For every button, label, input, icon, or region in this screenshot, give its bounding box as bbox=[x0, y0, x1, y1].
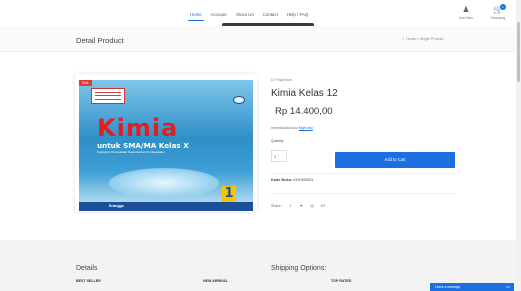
chat-label: Leave a message bbox=[435, 285, 461, 289]
cart-button[interactable]: 🛒 1 Keranjang bbox=[484, 4, 512, 20]
facebook-icon[interactable]: f bbox=[288, 204, 293, 208]
google-plus-icon[interactable]: G+ bbox=[321, 204, 326, 208]
nav-about-us[interactable]: About Us bbox=[236, 12, 254, 17]
breadcrumb-home[interactable]: Home bbox=[406, 37, 416, 41]
breadcrumb: ⌂ Home > Single Product bbox=[402, 37, 443, 41]
divider bbox=[271, 193, 455, 194]
product-price: Rp 14.400,00 bbox=[275, 106, 333, 117]
share-label: Share: bbox=[271, 203, 282, 208]
nav-account[interactable]: Account bbox=[211, 12, 227, 17]
nav-home[interactable]: Home bbox=[190, 12, 202, 17]
product-sku: Kode Buku: KH1000001 bbox=[271, 178, 313, 182]
user-account-button[interactable]: ♟ User Baru bbox=[458, 5, 474, 21]
sku-label: Kode Buku: bbox=[271, 178, 293, 182]
chevron-down-icon: ˇ bbox=[277, 154, 279, 159]
home-icon: ⌂ bbox=[402, 37, 405, 41]
cover-bottom-strip: Erlangga bbox=[79, 202, 253, 211]
stock-link[interactable]: Mgm adv bbox=[299, 126, 313, 130]
breadcrumb-current: Single Product bbox=[419, 37, 444, 41]
main-nav: Home Account About Us Contact Help / FAQ bbox=[190, 12, 308, 17]
publisher-logo-icon bbox=[233, 96, 245, 104]
user-icon: ♟ bbox=[462, 5, 470, 14]
cover-water-splash bbox=[109, 168, 219, 198]
cover-authors-box bbox=[91, 88, 125, 104]
product-category[interactable]: Di Pinjamkan bbox=[271, 78, 292, 82]
chat-icon: ▭ bbox=[506, 284, 510, 289]
cover-volume-badge: 1 bbox=[222, 186, 236, 202]
product-image[interactable]: Sale Kimia untuk SMA/MA Kelas X Kurikulu… bbox=[79, 80, 253, 211]
cover-publisher: Erlangga bbox=[109, 204, 124, 208]
breadcrumb-separator: > bbox=[416, 37, 419, 41]
page-title: Detail Product bbox=[76, 36, 124, 45]
add-to-cart-button[interactable]: Add to Cart bbox=[335, 152, 455, 168]
divider bbox=[271, 173, 455, 174]
product-name: Kimia Kelas 12 bbox=[271, 88, 338, 99]
new-arrival-heading: NEW ARRIVAL bbox=[203, 279, 228, 283]
stock-text: tersedia/ada buku bbox=[271, 126, 298, 130]
cart-icon: 🛒 bbox=[493, 5, 503, 14]
nav-contact[interactable]: Contact bbox=[263, 12, 278, 17]
quantity-select[interactable]: 1 ˇ bbox=[271, 150, 287, 162]
cover-title: Kimia bbox=[97, 114, 179, 142]
cart-count-badge: 1 bbox=[500, 4, 506, 10]
shipping-heading: Shipping Options: bbox=[271, 265, 327, 272]
sku-value: KH1000001 bbox=[293, 178, 314, 182]
twitter-icon[interactable]: ✦ bbox=[299, 203, 304, 208]
stock-status: tersedia/ada buku Mgm adv bbox=[271, 126, 313, 130]
sale-badge: Sale bbox=[79, 80, 92, 86]
share-row: Share: f ✦ ◎ G+ bbox=[271, 203, 326, 209]
user-label: User Baru bbox=[458, 16, 474, 20]
cover-note: Kurikulum Pendekatan Nasional dan Pembel… bbox=[97, 150, 165, 154]
best-seller-heading: BEST SELLER bbox=[76, 279, 101, 283]
cover-subtitle: untuk SMA/MA Kelas X bbox=[97, 141, 189, 150]
cart-label: Keranjang bbox=[490, 16, 506, 20]
details-heading: Details bbox=[76, 265, 98, 272]
active-nav-underline bbox=[188, 20, 204, 21]
chat-widget[interactable]: Leave a message ▭ bbox=[430, 283, 514, 291]
scrollbar[interactable] bbox=[516, 0, 521, 291]
scrollbar-thumb[interactable] bbox=[517, 22, 520, 82]
quantity-value: 1 bbox=[274, 154, 277, 159]
top-rated-heading: TOP RATED bbox=[331, 279, 352, 283]
quantity-label: Quantity bbox=[271, 139, 284, 143]
instagram-icon[interactable]: ◎ bbox=[310, 203, 315, 208]
nav-help-faq[interactable]: Help / FAQ bbox=[287, 12, 308, 17]
